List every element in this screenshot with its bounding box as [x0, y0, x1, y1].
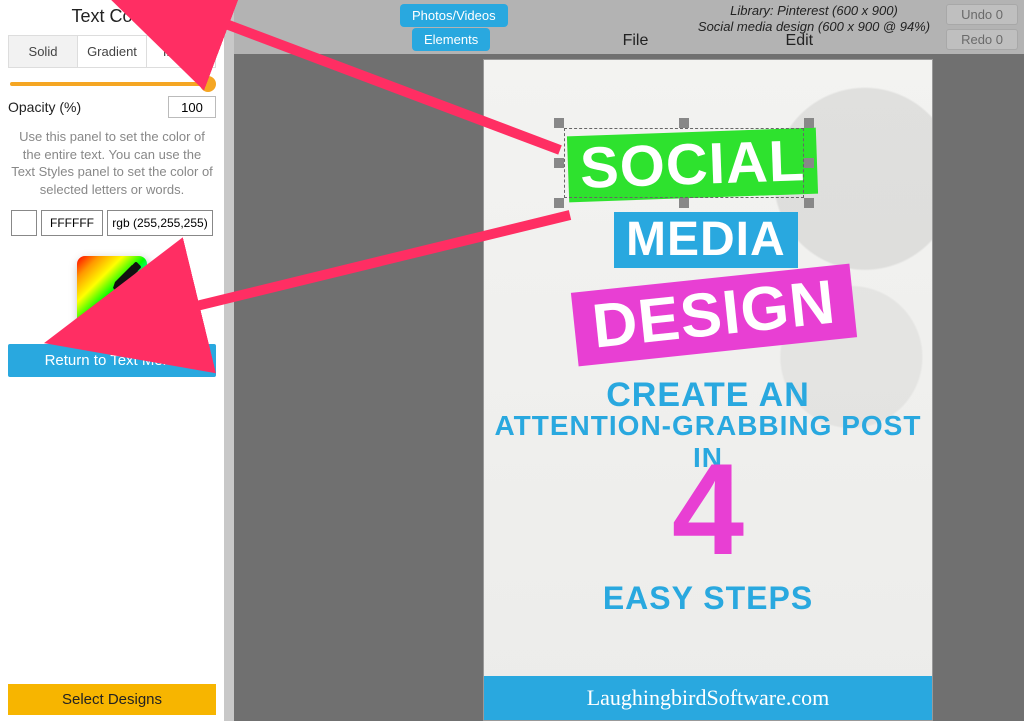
eyedropper-button[interactable] [77, 256, 147, 326]
color-value-row: FFFFFF rgb (255,255,255) [8, 210, 216, 250]
artboard[interactable]: SOCIAL MEDIA DESIGN CREATE AN ATTENTION-… [484, 60, 932, 720]
panel-help-text: Use this panel to set the color of the e… [8, 128, 216, 210]
text-media[interactable]: MEDIA [614, 212, 798, 268]
hex-field[interactable]: FFFFFF [41, 210, 103, 236]
photos-videos-button[interactable]: Photos/Videos [400, 4, 508, 27]
tab-image[interactable]: Image [147, 36, 215, 67]
rgb-field[interactable]: rgb (255,255,255) [107, 210, 213, 236]
canvas-area[interactable]: SOCIAL MEDIA DESIGN CREATE AN ATTENTION-… [234, 54, 1024, 721]
panel-title: Text Color [8, 2, 216, 35]
elements-button[interactable]: Elements [412, 28, 490, 51]
text-design[interactable]: DESIGN [571, 264, 857, 367]
footer-bar[interactable]: LaughingbirdSoftware.com [484, 676, 932, 720]
redo-button[interactable]: Redo 0 [946, 29, 1018, 50]
text-color-panel: Text Color Solid Gradient Image Opacity … [0, 0, 224, 721]
opacity-input[interactable] [168, 96, 216, 118]
menu-edit[interactable]: Edit [786, 32, 814, 50]
opacity-label: Opacity (%) [8, 99, 81, 115]
handle-top-right[interactable] [804, 118, 814, 128]
handle-top-left[interactable] [554, 118, 564, 128]
undo-button[interactable]: Undo 0 [946, 4, 1018, 25]
handle-bot-left[interactable] [554, 198, 564, 208]
menu-file[interactable]: File [623, 32, 649, 50]
tab-gradient[interactable]: Gradient [78, 36, 147, 67]
slider-thumb[interactable] [200, 76, 216, 92]
text-easy-steps[interactable]: EASY STEPS [484, 580, 932, 617]
panel-divider [224, 0, 234, 721]
text-social[interactable]: SOCIAL [567, 128, 818, 203]
color-swatch[interactable] [11, 210, 37, 236]
text-big-4[interactable]: 4 [484, 444, 932, 574]
handle-top-mid[interactable] [679, 118, 689, 128]
top-toolbar: Photos/Videos Elements Library: Pinteres… [234, 0, 1024, 54]
opacity-slider[interactable] [8, 78, 216, 94]
eyedropper-icon [107, 262, 141, 296]
handle-bot-mid[interactable] [679, 198, 689, 208]
handle-bot-right[interactable] [804, 198, 814, 208]
return-to-text-menu-button[interactable]: Return to Text Menu [8, 344, 216, 377]
tab-solid[interactable]: Solid [9, 36, 78, 67]
select-designs-button[interactable]: Select Designs [8, 684, 216, 715]
handle-mid-left[interactable] [554, 158, 564, 168]
fill-type-tabs: Solid Gradient Image [8, 35, 216, 68]
